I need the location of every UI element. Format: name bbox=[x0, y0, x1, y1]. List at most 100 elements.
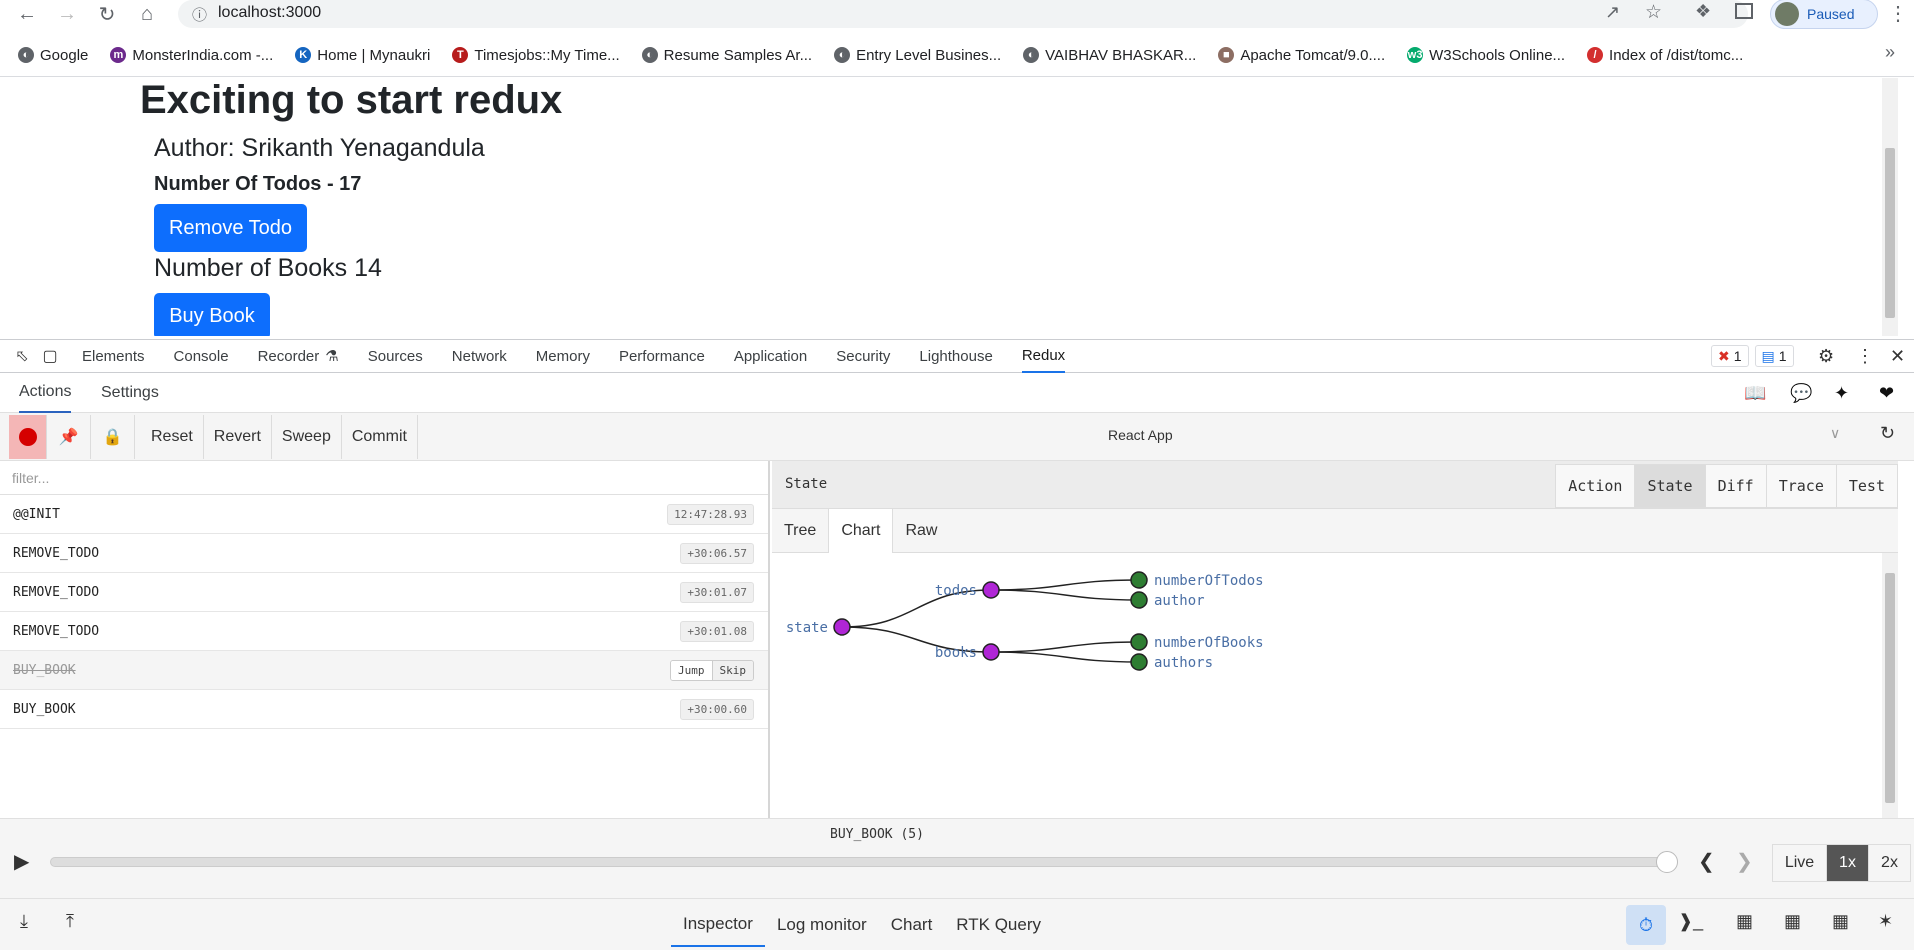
tab-actions[interactable]: Actions bbox=[19, 373, 72, 413]
twitter-icon[interactable]: ✦ bbox=[1834, 383, 1849, 404]
bookmark-item[interactable]: ■ Apache Tomcat/9.0.... bbox=[1218, 47, 1385, 64]
chevron-down-icon[interactable]: ∨ bbox=[1830, 425, 1840, 442]
grid-left-icon[interactable]: ▦ bbox=[1736, 911, 1753, 932]
bookmark-item[interactable]: / Index of /dist/tomc... bbox=[1587, 47, 1743, 64]
action-row[interactable]: REMOVE_TODO +30:01.08 bbox=[0, 612, 768, 651]
more-bookmarks-icon[interactable]: » bbox=[1885, 42, 1895, 63]
view-tab-chart[interactable]: Chart bbox=[828, 508, 894, 553]
side-panel-icon[interactable] bbox=[1735, 3, 1753, 19]
devtools-tab-lighthouse[interactable]: Lighthouse bbox=[919, 339, 992, 373]
devtools-tab-memory[interactable]: Memory bbox=[536, 339, 590, 373]
devtools-tab-network[interactable]: Network bbox=[452, 339, 507, 373]
sync-icon[interactable]: ↻ bbox=[1880, 423, 1895, 444]
action-row[interactable]: REMOVE_TODO +30:01.07 bbox=[0, 573, 768, 612]
monitor-tab-rtk-query[interactable]: RTK Query bbox=[944, 903, 1053, 947]
slider-track[interactable] bbox=[50, 857, 1668, 867]
sweep-button[interactable]: Sweep bbox=[272, 414, 342, 459]
record-button[interactable] bbox=[9, 414, 47, 459]
heart-icon[interactable]: ❤ bbox=[1879, 383, 1894, 404]
state-tab-state[interactable]: State bbox=[1634, 465, 1705, 507]
speed-live[interactable]: Live bbox=[1772, 845, 1826, 881]
state-scrollbar[interactable] bbox=[1882, 553, 1898, 818]
bookmark-item[interactable]: w3 W3Schools Online... bbox=[1407, 47, 1565, 64]
reset-button[interactable]: Reset bbox=[141, 414, 204, 459]
state-tab-test[interactable]: Test bbox=[1835, 465, 1897, 507]
settings-gear-icon[interactable]: ⚙ bbox=[1818, 346, 1834, 367]
jump-button[interactable]: Jump bbox=[671, 660, 712, 680]
error-badge[interactable]: ✖ 1 bbox=[1711, 345, 1749, 367]
action-row[interactable]: BUY_BOOK Jump Skip bbox=[0, 651, 768, 690]
device-toolbar-icon[interactable]: ▢ bbox=[36, 346, 64, 366]
monitor-tab-log-monitor[interactable]: Log monitor bbox=[765, 903, 879, 947]
bookmark-item[interactable]: ◐ VAIBHAV BHASKAR... bbox=[1023, 47, 1196, 64]
buy-book-button[interactable]: Buy Book bbox=[154, 293, 270, 336]
home-icon[interactable]: ⌂ bbox=[130, 0, 164, 28]
devtools-menu-icon[interactable]: ⋮ bbox=[1856, 346, 1874, 367]
grid-bottom-icon[interactable]: ▦ bbox=[1832, 911, 1849, 932]
action-row[interactable]: REMOVE_TODO +30:06.57 bbox=[0, 534, 768, 573]
next-icon[interactable]: ❯ bbox=[1736, 849, 1753, 874]
grid-right-icon[interactable]: ▦ bbox=[1784, 911, 1801, 932]
devtools-tab-application[interactable]: Application bbox=[734, 339, 807, 373]
devtools-tab-console[interactable]: Console bbox=[174, 339, 229, 373]
profile-paused-button[interactable]: Paused bbox=[1770, 0, 1878, 29]
chat-icon[interactable]: 💬 bbox=[1790, 383, 1812, 404]
state-tab-diff[interactable]: Diff bbox=[1704, 465, 1766, 507]
extensions-icon[interactable]: ❖ bbox=[1695, 1, 1711, 22]
commit-button[interactable]: Commit bbox=[342, 414, 418, 459]
scrollbar-thumb[interactable] bbox=[1885, 573, 1895, 803]
bookmark-item[interactable]: m MonsterIndia.com -... bbox=[110, 47, 273, 64]
remote-antenna-icon[interactable]: ✶ bbox=[1878, 911, 1893, 932]
forward-arrow-icon[interactable]: → bbox=[50, 0, 84, 28]
action-row[interactable]: @@INIT 12:47:28.93 bbox=[0, 495, 768, 534]
instance-selector[interactable]: React App bbox=[1108, 427, 1173, 443]
slider-knob[interactable] bbox=[1656, 851, 1678, 873]
previous-icon[interactable]: ❮ bbox=[1698, 849, 1715, 874]
page-scrollbar[interactable] bbox=[1882, 78, 1898, 336]
lock-icon[interactable]: 🔒 bbox=[91, 414, 135, 459]
pin-icon[interactable]: 📌 bbox=[47, 414, 91, 459]
devtools-tab-security[interactable]: Security bbox=[836, 339, 890, 373]
remove-todo-button[interactable]: Remove Todo bbox=[154, 204, 307, 252]
skip-button[interactable]: Skip bbox=[711, 660, 753, 680]
bookmark-item[interactable]: ◐ Resume Samples Ar... bbox=[641, 47, 812, 64]
bookmark-item[interactable]: K Home | Mynaukri bbox=[295, 47, 430, 64]
inspect-element-icon[interactable]: ⬁ bbox=[8, 346, 36, 366]
book-icon[interactable]: 📖 bbox=[1744, 383, 1766, 404]
reload-icon[interactable]: ↻ bbox=[90, 0, 124, 28]
monitor-tab-chart[interactable]: Chart bbox=[879, 903, 945, 947]
bookmark-item[interactable]: ◐ Entry Level Busines... bbox=[834, 47, 1001, 64]
share-icon[interactable]: ↗ bbox=[1605, 2, 1620, 23]
filter-input[interactable]: filter... bbox=[0, 461, 768, 495]
address-bar[interactable] bbox=[178, 0, 1748, 28]
close-devtools-icon[interactable]: ✕ bbox=[1890, 346, 1905, 367]
tab-settings[interactable]: Settings bbox=[101, 373, 159, 413]
browser-menu-icon[interactable]: ⋮ bbox=[1888, 1, 1908, 26]
console-prompt-icon[interactable]: ❱_ bbox=[1678, 911, 1703, 932]
bookmark-item[interactable]: T Timesjobs::My Time... bbox=[452, 47, 620, 64]
revert-button[interactable]: Revert bbox=[204, 414, 272, 459]
back-arrow-icon[interactable]: ← bbox=[10, 0, 44, 28]
message-badge[interactable]: ▤ 1 bbox=[1754, 345, 1794, 367]
devtools-tab-recorder[interactable]: Recorder ⚗ bbox=[258, 339, 339, 373]
monitor-tab-inspector[interactable]: Inspector bbox=[671, 903, 765, 947]
devtools-tab-redux[interactable]: Redux bbox=[1021, 339, 1066, 373]
speed-2x[interactable]: 2x bbox=[1868, 845, 1910, 881]
export-icon[interactable]: ⤒ bbox=[66, 911, 74, 932]
devtools-tab-elements[interactable]: Elements bbox=[82, 339, 145, 373]
devtools-tab-performance[interactable]: Performance bbox=[619, 339, 705, 373]
devtools-tab-sources[interactable]: Sources bbox=[368, 339, 423, 373]
site-info-icon[interactable]: ⓘ bbox=[192, 4, 207, 25]
speed-1x[interactable]: 1x bbox=[1826, 845, 1868, 881]
bookmark-item[interactable]: ◐ Google bbox=[18, 47, 88, 64]
action-row[interactable]: BUY_BOOK +30:00.60 bbox=[0, 690, 768, 729]
bookmark-star-icon[interactable]: ☆ bbox=[1645, 1, 1662, 24]
play-icon[interactable]: ▶ bbox=[14, 849, 29, 874]
view-tab-tree[interactable]: Tree bbox=[772, 509, 828, 553]
state-tab-trace[interactable]: Trace bbox=[1765, 465, 1836, 507]
import-icon[interactable]: ⤓ bbox=[20, 911, 28, 932]
view-tab-raw[interactable]: Raw bbox=[893, 509, 949, 553]
remote-dispatch-icon[interactable]: ⏱ bbox=[1626, 905, 1666, 945]
scrollbar-thumb[interactable] bbox=[1885, 148, 1895, 318]
state-tab-action[interactable]: Action bbox=[1555, 465, 1635, 507]
